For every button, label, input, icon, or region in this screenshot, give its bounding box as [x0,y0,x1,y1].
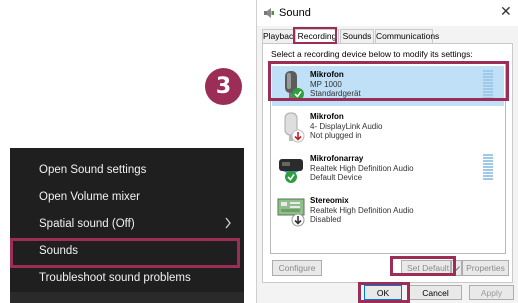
mikrofon-row-highlight [268,61,509,101]
device-status: Default Device [310,173,363,182]
taskbar-strip [10,292,244,303]
speaker-icon [264,8,274,18]
device-status: Disabled [310,215,342,224]
tab-playback[interactable]: Playback [262,29,298,43]
menu-item-label: Open Sound settings [39,163,147,176]
device-description: Realtek High Definition Audio [310,205,414,215]
device-row-mikrofon-displaylink[interactable]: Mikrofon 4- DisplayLink Audio Not plugge… [272,108,504,148]
tab-communications[interactable]: Communications [375,29,439,43]
device-name: Stereomix [310,196,349,205]
device-name: Mikrofonarray [310,154,364,163]
menu-item-label: Troubleshoot sound problems [39,271,191,284]
dialog-titlebar: Sound ✕ [257,0,518,26]
properties-button[interactable]: Properties [462,260,509,276]
menu-item-troubleshoot[interactable]: Troubleshoot sound problems [10,264,244,291]
device-description: Realtek High Definition Audio [310,163,414,173]
microphone-array-icon [279,159,303,183]
microphone-icon [284,112,305,143]
level-meter [483,154,493,180]
menu-item-spatial-sound[interactable]: Spatial sound (Off) [10,210,244,237]
device-status: Not plugged in [310,131,362,140]
sound-dialog: Sound ✕ Playback Recording Sounds Commun… [256,0,518,303]
device-text: Stereomix Realtek High Definition Audio … [310,196,414,225]
menu-item-open-volume-mixer[interactable]: Open Volume mixer [10,183,244,210]
configure-button[interactable]: Configure [272,260,322,276]
instruction-text: Select a recording device below to modif… [271,49,473,59]
recording-tab-highlight [293,27,337,44]
device-row-stereomix[interactable]: Stereomix Realtek High Definition Audio … [272,192,504,232]
dialog-title: Sound [279,7,311,19]
device-name: Mikrofon [310,112,344,121]
sound-context-menu: Open Sound settings Open Volume mixer Sp… [10,148,244,303]
sounds-item-highlight [10,238,240,268]
menu-item-label: Open Volume mixer [39,190,140,203]
device-row-mikrofonarray[interactable]: Mikrofonarray Realtek High Definition Au… [272,150,504,190]
tab-sounds[interactable]: Sounds [340,29,374,43]
device-text: Mikrofonarray Realtek High Definition Au… [310,154,414,183]
ok-button-highlight [358,282,410,303]
device-description: 4- DisplayLink Audio [310,121,383,131]
chevron-right-icon [225,217,231,229]
device-text: Mikrofon 4- DisplayLink Audio Not plugge… [310,112,382,141]
menu-item-label: Spatial sound (Off) [39,217,135,230]
set-default-highlight [390,256,456,276]
close-icon[interactable]: ✕ [500,4,512,20]
circuit-board-icon [277,198,305,227]
cancel-button[interactable]: Cancel [409,285,462,300]
menu-item-open-sound-settings[interactable]: Open Sound settings [10,156,244,183]
apply-button[interactable]: Apply [469,285,514,300]
step-number-badge: 3 [205,68,242,105]
